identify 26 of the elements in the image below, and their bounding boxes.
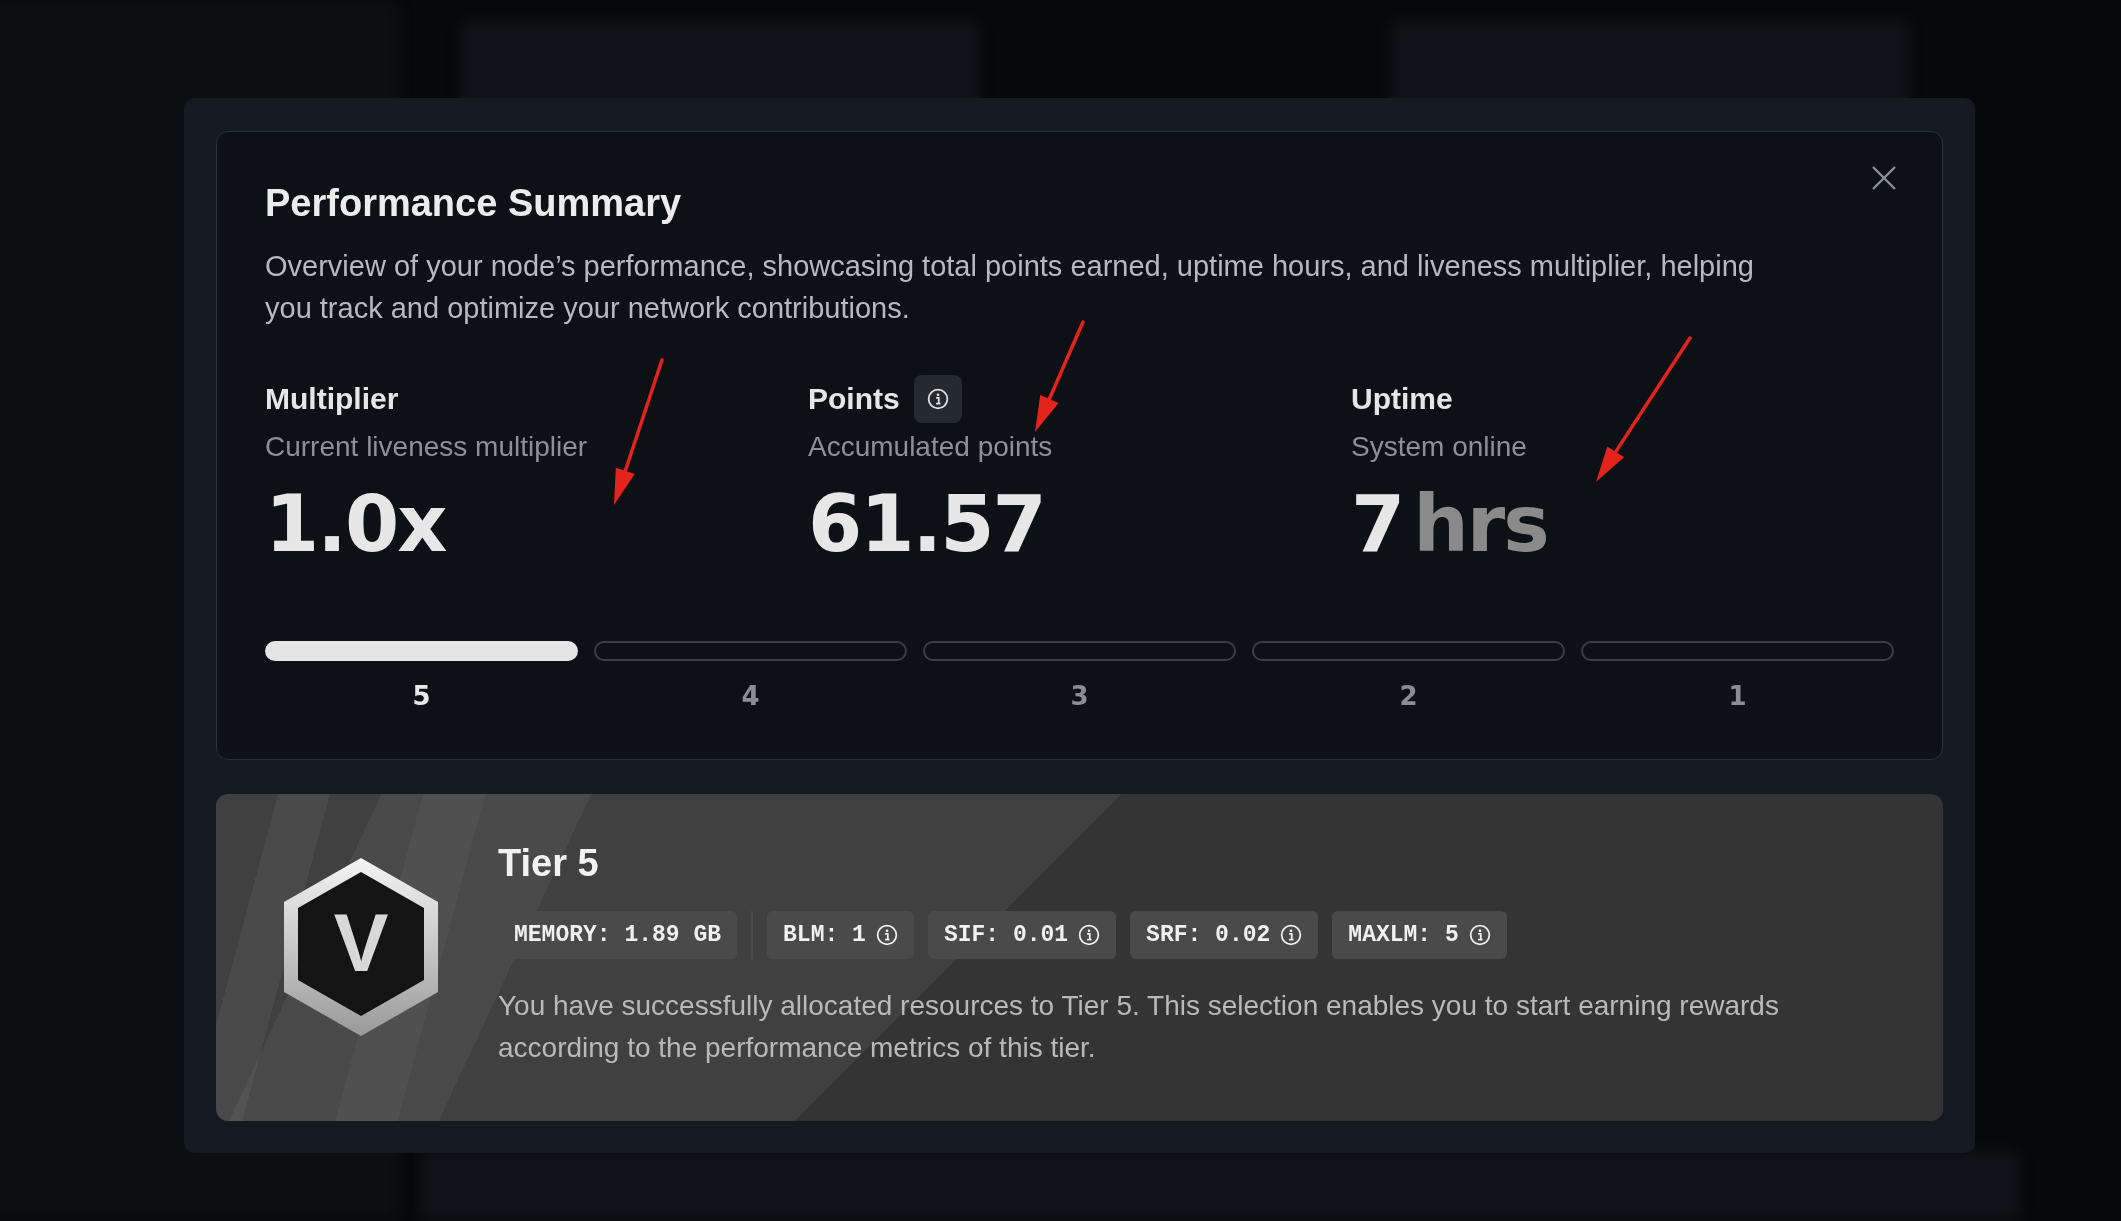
dialog-title: Performance Summary <box>265 182 683 225</box>
tier-tag: BLM: 1 <box>767 911 914 959</box>
close-icon <box>1870 164 1898 192</box>
tier-tag: SIF: 0.01 <box>927 911 1117 959</box>
stat-unit: hrs <box>1413 479 1548 569</box>
tier-title: Tier 5 <box>498 842 600 885</box>
tier-label: 4 <box>741 681 760 711</box>
stat-value: 7 <box>1351 479 1404 569</box>
info-icon <box>926 388 949 410</box>
tier-tag: MAXLM: 5 <box>1332 911 1507 959</box>
stat-title: Multiplier <box>265 382 399 416</box>
tier-label: 1 <box>1728 681 1747 711</box>
stat-title: Points <box>808 382 900 416</box>
tier-label: 3 <box>1070 681 1089 711</box>
stat-title: Uptime <box>1351 382 1453 416</box>
stat-subtitle: System online <box>1351 431 1528 463</box>
tier-tag: SRF: 0.02 <box>1130 911 1319 959</box>
stat-value: 1.0x <box>265 479 446 569</box>
info-button[interactable] <box>913 375 962 423</box>
stat-subtitle: Accumulated points <box>808 431 1054 463</box>
stat-subtitle: Current liveness multiplier <box>265 431 589 463</box>
tier-label: 2 <box>1399 681 1418 711</box>
stat-value: 61.57 <box>808 479 1045 569</box>
tier-label: 5 <box>412 681 431 711</box>
dialog-description: Overview of your node’s performance, showcasing total points earned, uptime hours, and liveness multiplier, helping you track and optimize your network contributions. <box>265 249 1755 326</box>
tier-description: You have successfully allocated resources to Tier 5. This selection enables you to start earning rewards according to the performance metrics of this tier. <box>498 989 1780 1065</box>
